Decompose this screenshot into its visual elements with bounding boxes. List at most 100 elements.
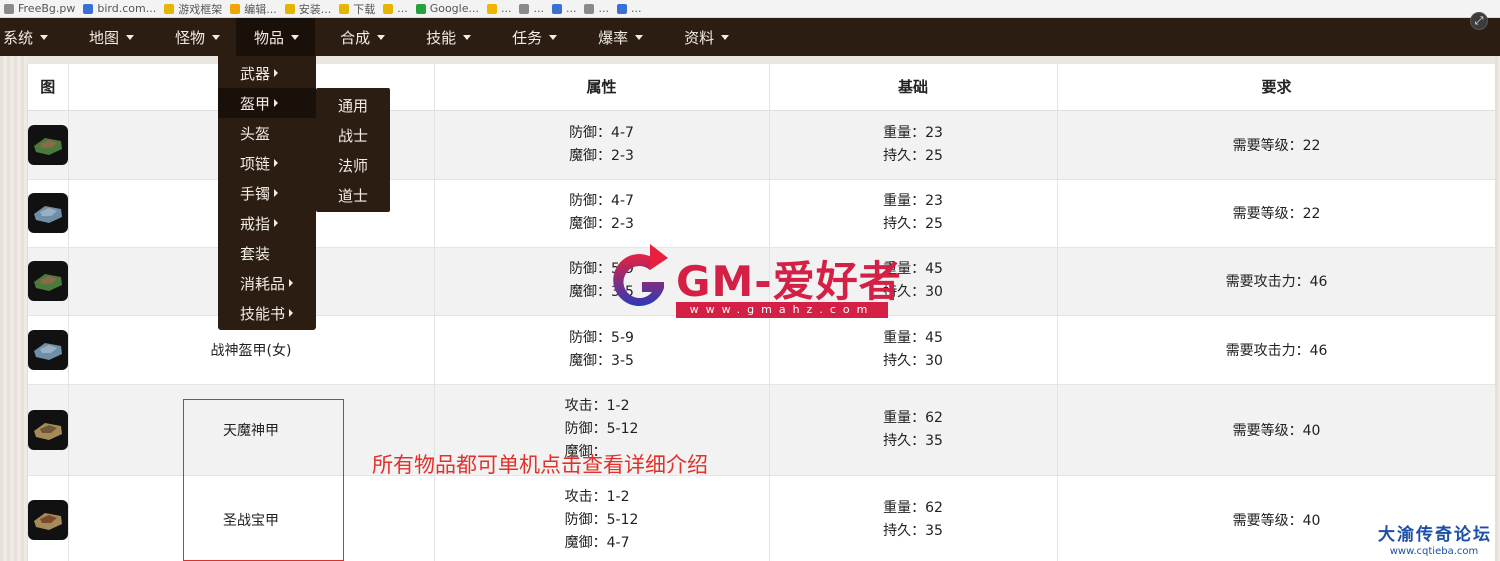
caret-down-icon: [291, 34, 300, 40]
requirement-text: 需要等级：40: [1232, 422, 1321, 439]
menu-item[interactable]: 头盔: [218, 118, 316, 148]
watermark-brand: GM-爱好者: [676, 257, 902, 306]
attribute-line: 防御：5-12: [564, 421, 639, 437]
armor-item-icon[interactable]: [28, 124, 68, 165]
caret-right-icon: [274, 69, 279, 77]
base-stat-cell: 重量：62 持久：35: [769, 475, 1058, 561]
submenu-item-label: 法师: [338, 156, 369, 175]
page-background-left: [0, 56, 27, 561]
attribute-line: 魔御：2-3: [569, 147, 634, 164]
header-requirement: 要求: [1057, 64, 1495, 111]
nav-item-items[interactable]: 物品: [236, 18, 316, 56]
bookmark-label: FreeBg.pw: [18, 2, 76, 15]
nav-item-craft[interactable]: 合成: [337, 18, 401, 56]
menu-item[interactable]: 戒指: [218, 208, 316, 238]
caret-right-icon: [274, 159, 279, 167]
caret-down-icon: [126, 34, 135, 40]
bookmark-item[interactable]: 游戏框架: [164, 1, 222, 17]
armor-item-icon[interactable]: [28, 409, 68, 450]
bookmark-item[interactable]: ...: [551, 2, 576, 15]
submenu-item[interactable]: 通用: [316, 90, 390, 120]
submenu-item[interactable]: 法师: [316, 150, 390, 180]
requirement-cell: 需要攻击力：46: [1057, 247, 1495, 315]
forum-name: 大渝传奇论坛: [1378, 525, 1492, 545]
menu-item[interactable]: 技能书: [218, 298, 316, 328]
bookmark-item[interactable]: 编辑...: [230, 1, 277, 17]
bookmark-item[interactable]: ...: [383, 2, 408, 15]
nav-item-skills[interactable]: 技能: [423, 18, 487, 56]
gm-logo-icon: [613, 244, 668, 307]
menu-item[interactable]: 项链: [218, 148, 316, 178]
bookmark-favicon-icon: [584, 3, 595, 14]
bookmark-item[interactable]: 安装...: [284, 1, 331, 17]
bookmark-favicon-icon: [616, 3, 627, 14]
attribute-line: 防御：5-12: [564, 511, 639, 528]
nav-label: 地图: [89, 28, 120, 47]
bookmark-label: 编辑...: [244, 2, 277, 16]
armor-item-icon[interactable]: [28, 261, 68, 301]
nav-item-info[interactable]: 资料: [681, 18, 745, 56]
armor-item-icon[interactable]: [28, 329, 68, 370]
attribute-line: 攻击：1-2: [564, 488, 630, 505]
bookmark-favicon-icon: [230, 3, 241, 14]
nav-item-map[interactable]: 地图: [86, 18, 150, 56]
caret-right-icon: [289, 279, 294, 287]
bookmark-item[interactable]: ...: [519, 2, 544, 15]
bookmark-favicon-icon: [519, 3, 530, 14]
nav-item-quests[interactable]: 任务: [509, 18, 573, 56]
submenu-item[interactable]: 道士: [316, 180, 390, 210]
fullscreen-icon[interactable]: ⤢: [1470, 12, 1488, 30]
base-stat-line: 持久：25: [883, 216, 943, 232]
header-attributes: 属性: [434, 64, 770, 111]
item-name[interactable]: 战神盔甲(女): [211, 343, 292, 359]
submenu-item[interactable]: 战士: [316, 120, 390, 150]
bookmark-item[interactable]: ...: [486, 2, 511, 15]
nav-item-drop-rate[interactable]: 爆率: [595, 18, 659, 56]
attribute-cell: 防御：4-7 魔御：2-3: [434, 110, 770, 179]
armor-item-icon[interactable]: [28, 500, 68, 540]
submenu-item-label: 战士: [338, 126, 369, 145]
base-stat-line: 持久：30: [883, 352, 943, 369]
bookmark-favicon-icon: [486, 3, 497, 14]
nav-item-monster[interactable]: 怪物: [172, 18, 236, 56]
attribute-line: 防御：4-7: [569, 124, 634, 141]
menu-item[interactable]: 武器: [218, 58, 316, 88]
menu-item[interactable]: 手镯: [218, 178, 316, 208]
bookmark-item[interactable]: ...: [584, 2, 609, 15]
menu-item-label: 项链: [240, 154, 271, 173]
attribute-line: 防御：4-7: [569, 193, 634, 209]
bookmark-item[interactable]: Google...: [415, 2, 479, 15]
header-base: 基础: [769, 64, 1058, 111]
caret-down-icon: [377, 34, 386, 40]
base-stat-line: 持久：35: [883, 523, 943, 539]
submenu-item-label: 通用: [338, 96, 369, 115]
bookmark-label: ...: [598, 2, 609, 15]
armor-item-icon[interactable]: [28, 193, 68, 233]
menu-item[interactable]: 盔甲: [218, 88, 316, 118]
forum-logo: 大渝传奇论坛 www.cqtieba.com: [1378, 520, 1490, 557]
nav-item-system[interactable]: 系统: [0, 18, 64, 56]
requirement-text: 需要等级：22: [1232, 206, 1321, 222]
bookmark-favicon-icon: [83, 3, 94, 14]
items-dropdown-menu: 武器 盔甲 头盔项链手镯 戒指 套装 消耗品 技能书: [218, 56, 316, 330]
caret-down-icon: [40, 34, 49, 40]
bookmark-item[interactable]: bird.com...: [83, 2, 156, 15]
requirement-text: 需要攻击力：46: [1225, 274, 1328, 290]
bookmark-item[interactable]: FreeBg.pw: [4, 2, 75, 15]
caret-down-icon: [212, 34, 221, 40]
bookmark-label: 下载: [353, 2, 376, 16]
nav-label: 任务: [512, 28, 543, 47]
bookmark-favicon-icon: [551, 3, 562, 14]
armor-submenu: 通用 战士 法师 道士: [316, 88, 390, 212]
bookmark-item[interactable]: ...: [616, 2, 641, 15]
base-stat-line: 重量：45: [883, 329, 943, 346]
header-icon: 图: [28, 64, 69, 111]
caret-down-icon: [463, 34, 472, 40]
base-stat-line: 重量：23: [883, 124, 943, 141]
watermark-url: www.gmahz.com: [676, 302, 888, 318]
menu-item[interactable]: 消耗品: [218, 268, 316, 298]
bookmark-item[interactable]: 下载: [339, 1, 375, 17]
base-stat-cell: 重量：23 持久：25: [769, 179, 1058, 247]
menu-item[interactable]: 套装: [218, 238, 316, 268]
bookmark-favicon-icon: [415, 3, 426, 14]
